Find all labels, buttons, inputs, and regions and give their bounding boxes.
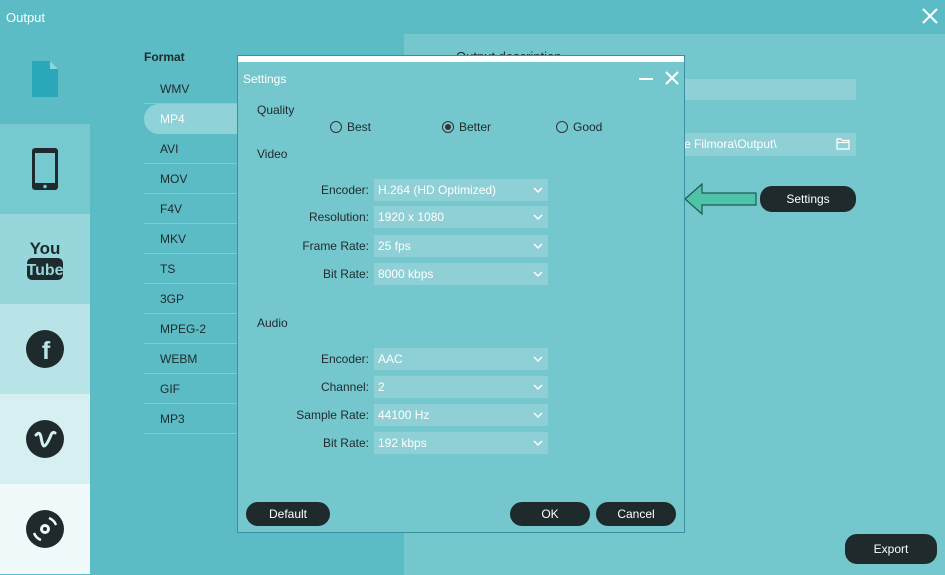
video-framerate-label: Frame Rate: [302, 239, 369, 253]
audio-channel-select[interactable]: 2 [374, 376, 548, 398]
video-encoder-value: H.264 (HD Optimized) [378, 183, 497, 197]
video-resolution-label: Resolution: [308, 210, 369, 224]
audio-encoder-select[interactable]: AAC [374, 348, 548, 370]
settings-button[interactable]: Settings [760, 186, 856, 212]
dialog-title: Settings [243, 72, 287, 86]
chevron-down-icon [533, 412, 543, 419]
video-section-label: Video [257, 147, 288, 161]
video-framerate-value: 25 fps [378, 239, 411, 253]
audio-bitrate-label: Bit Rate: [322, 436, 369, 450]
window-title: Output [6, 10, 46, 25]
svg-text:You: You [30, 239, 61, 258]
chevron-down-icon [533, 187, 543, 194]
vimeo-icon [26, 420, 64, 458]
title-bar: Output [0, 0, 945, 34]
radio-best-indicator [330, 121, 342, 133]
video-resolution-row: Resolution: 1920 x 1080 [238, 206, 686, 228]
audio-bitrate-select[interactable]: 192 kbps [374, 432, 548, 454]
output-path-text: re Filmora\Output\ [680, 137, 777, 151]
audio-encoder-label: Encoder: [320, 352, 369, 366]
sidebar: You Tube f [0, 34, 102, 575]
audio-samplerate-label: Sample Rate: [296, 408, 369, 422]
close-icon[interactable] [921, 7, 939, 25]
video-bitrate-label: Bit Rate: [322, 267, 369, 281]
radio-better-indicator [442, 121, 454, 133]
video-encoder-label: Encoder: [320, 183, 369, 197]
pointer-arrow-icon [684, 182, 757, 216]
dialog-close-icon[interactable] [664, 70, 680, 86]
chevron-down-icon [533, 243, 543, 250]
radio-good-indicator [556, 121, 568, 133]
format-heading: Format [144, 50, 185, 64]
sidebar-item-youtube[interactable]: You Tube [0, 214, 90, 304]
quality-best-label: Best [347, 120, 372, 134]
svg-text:Tube: Tube [26, 262, 63, 279]
video-bitrate-value: 8000 kbps [378, 267, 434, 281]
dialog-top-border [238, 56, 684, 62]
quality-better-radio[interactable]: Better [442, 120, 491, 134]
audio-encoder-value: AAC [378, 352, 403, 366]
sidebar-item-vimeo[interactable] [0, 394, 90, 484]
settings-dialog: Settings Quality Best Better Good Video … [237, 55, 685, 533]
quality-good-label: Good [573, 120, 603, 134]
sidebar-item-device[interactable] [0, 124, 90, 214]
audio-channel-value: 2 [378, 380, 385, 394]
chevron-down-icon [533, 356, 543, 363]
quality-better-label: Better [459, 120, 492, 134]
facebook-icon: f [26, 330, 64, 368]
sidebar-item-dvd[interactable] [0, 484, 90, 574]
chevron-down-icon [533, 214, 543, 221]
audio-samplerate-value: 44100 Hz [378, 408, 430, 422]
video-framerate-row: Frame Rate: 25 fps [238, 235, 686, 257]
audio-bitrate-row: Bit Rate: 192 kbps [238, 432, 686, 454]
quality-label: Quality [257, 103, 295, 117]
video-resolution-value: 1920 x 1080 [378, 210, 445, 224]
phone-icon [32, 148, 58, 190]
video-bitrate-row: Bit Rate: 8000 kbps [238, 263, 686, 285]
audio-channel-row: Channel: 2 [238, 376, 686, 398]
audio-bitrate-value: 192 kbps [378, 436, 427, 450]
svg-text:f: f [42, 337, 51, 365]
folder-icon[interactable] [836, 137, 850, 150]
default-button[interactable]: Default [246, 502, 330, 526]
chevron-down-icon [533, 384, 543, 391]
video-bitrate-select[interactable]: 8000 kbps [374, 263, 548, 285]
audio-samplerate-select[interactable]: 44100 Hz [374, 404, 548, 426]
chevron-down-icon [533, 271, 543, 278]
sidebar-item-format[interactable] [0, 34, 102, 124]
disc-icon [26, 510, 64, 548]
sidebar-item-facebook[interactable]: f [0, 304, 90, 394]
audio-channel-label: Channel: [320, 380, 369, 394]
video-framerate-select[interactable]: 25 fps [374, 235, 548, 257]
video-encoder-row: Encoder: H.264 (HD Optimized) [238, 179, 686, 201]
audio-encoder-row: Encoder: AAC [238, 348, 686, 370]
file-icon [32, 61, 58, 97]
audio-samplerate-row: Sample Rate: 44100 Hz [238, 404, 686, 426]
video-resolution-select[interactable]: 1920 x 1080 [374, 206, 548, 228]
audio-section-label: Audio [257, 316, 288, 330]
minimize-icon[interactable] [639, 78, 653, 80]
video-encoder-select[interactable]: H.264 (HD Optimized) [374, 179, 548, 201]
export-button[interactable]: Export [845, 534, 937, 564]
quality-best-radio[interactable]: Best [330, 120, 371, 134]
ok-button[interactable]: OK [510, 502, 590, 526]
youtube-icon: You Tube [26, 239, 64, 280]
cancel-button[interactable]: Cancel [596, 502, 676, 526]
quality-good-radio[interactable]: Good [556, 120, 602, 134]
chevron-down-icon [533, 440, 543, 447]
